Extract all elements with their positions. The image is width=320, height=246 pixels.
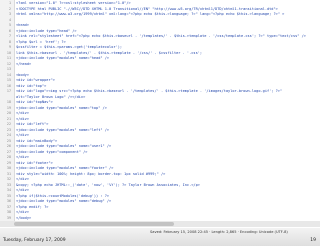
status-bar: Saved: February 15, 2008 22:45 · Length:… [0, 228, 320, 246]
scrollbar-thumb[interactable] [14, 222, 174, 226]
code-lines: 1 <?xml version="1.0" ?><xsl:stylesheet v… [0, 1, 320, 227]
horizontal-scrollbar[interactable] [0, 221, 320, 227]
code-editor[interactable]: 1 <?xml version="1.0" ?><xsl:stylesheet v… [0, 0, 320, 229]
page-number: 19 [310, 238, 316, 243]
status-info: Saved: February 15, 2008 22:45 · Length:… [150, 230, 288, 234]
footer-date: Tuesday, February 17, 2009 [3, 238, 66, 243]
